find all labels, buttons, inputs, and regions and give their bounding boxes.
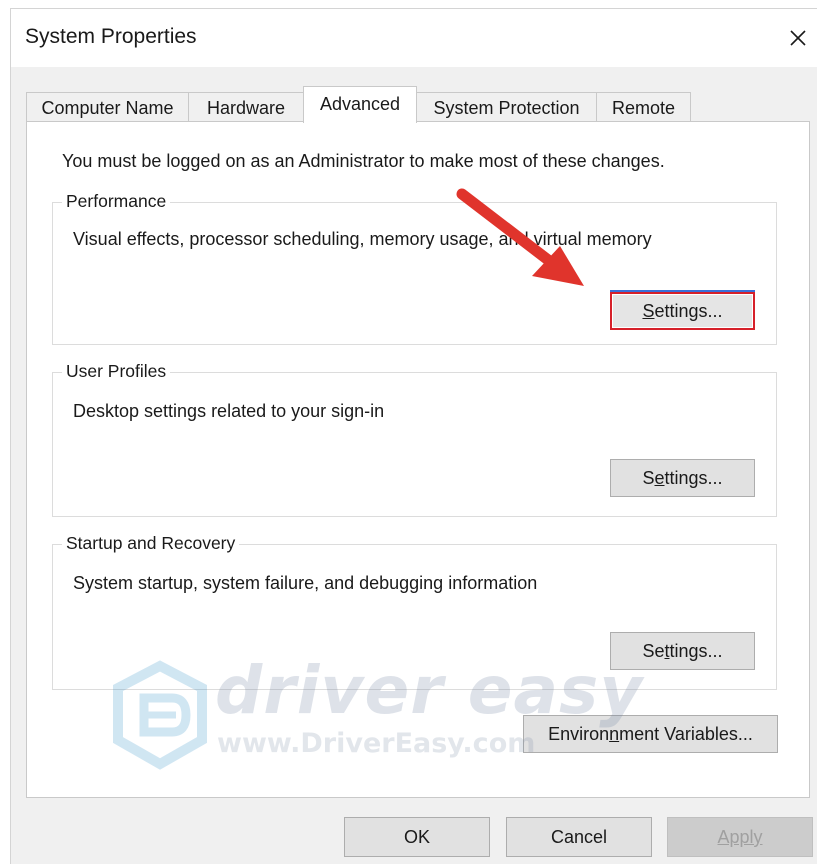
tab-system-protection[interactable]: System Protection xyxy=(416,92,597,122)
title-bar: System Properties xyxy=(11,9,817,67)
performance-legend: Performance xyxy=(62,191,171,212)
tab-advanced[interactable]: Advanced xyxy=(303,86,417,123)
button-accelerator-key: e xyxy=(654,468,665,488)
user-profiles-legend: User Profiles xyxy=(62,361,171,382)
cancel-button[interactable]: Cancel xyxy=(506,817,652,857)
advanced-tab-panel: You must be logged on as an Administrato… xyxy=(26,121,810,798)
button-accelerator-key: n xyxy=(609,724,620,744)
window-title: System Properties xyxy=(25,25,197,48)
button-accelerator-key: S xyxy=(642,301,655,321)
admin-note: You must be logged on as an Administrato… xyxy=(62,151,665,171)
apply-button-label: Apply xyxy=(717,827,763,847)
startup-recovery-legend: Startup and Recovery xyxy=(62,533,240,554)
button-text-part: S xyxy=(642,468,655,488)
user-profiles-group: User Profiles Desktop settings related t… xyxy=(52,361,777,517)
ok-button[interactable]: OK xyxy=(344,817,490,857)
system-properties-dialog: System Properties Computer Name Hardware… xyxy=(10,8,817,864)
user-profiles-settings-button[interactable]: Settings... xyxy=(610,459,755,497)
button-text-part: ttings... xyxy=(664,468,723,488)
startup-recovery-group: Startup and Recovery System startup, sys… xyxy=(52,533,777,690)
startup-recovery-description: System startup, system failure, and debu… xyxy=(73,573,538,593)
performance-group: Performance Visual effects, processor sc… xyxy=(52,191,777,345)
button-text-part: Environ xyxy=(548,724,610,744)
tab-computer-name[interactable]: Computer Name xyxy=(26,92,189,122)
close-icon[interactable] xyxy=(781,21,815,55)
environment-variables-button[interactable]: Environnment Variables... xyxy=(523,715,778,753)
startup-recovery-settings-button[interactable]: Settings... xyxy=(610,632,755,670)
button-text-part: ment Variables... xyxy=(619,724,753,744)
performance-description: Visual effects, processor scheduling, me… xyxy=(73,229,652,249)
button-text-part: tings... xyxy=(669,641,723,661)
tab-remote[interactable]: Remote xyxy=(596,92,691,122)
button-text-part: Se xyxy=(642,641,665,661)
tab-hardware[interactable]: Hardware xyxy=(188,92,304,122)
button-text-part: ettings... xyxy=(654,301,723,321)
dialog-body: Computer Name Hardware Advanced System P… xyxy=(11,67,817,864)
apply-button[interactable]: Apply xyxy=(667,817,813,857)
performance-settings-button[interactable]: Settings... xyxy=(610,292,755,330)
user-profiles-description: Desktop settings related to your sign-in xyxy=(73,401,385,421)
